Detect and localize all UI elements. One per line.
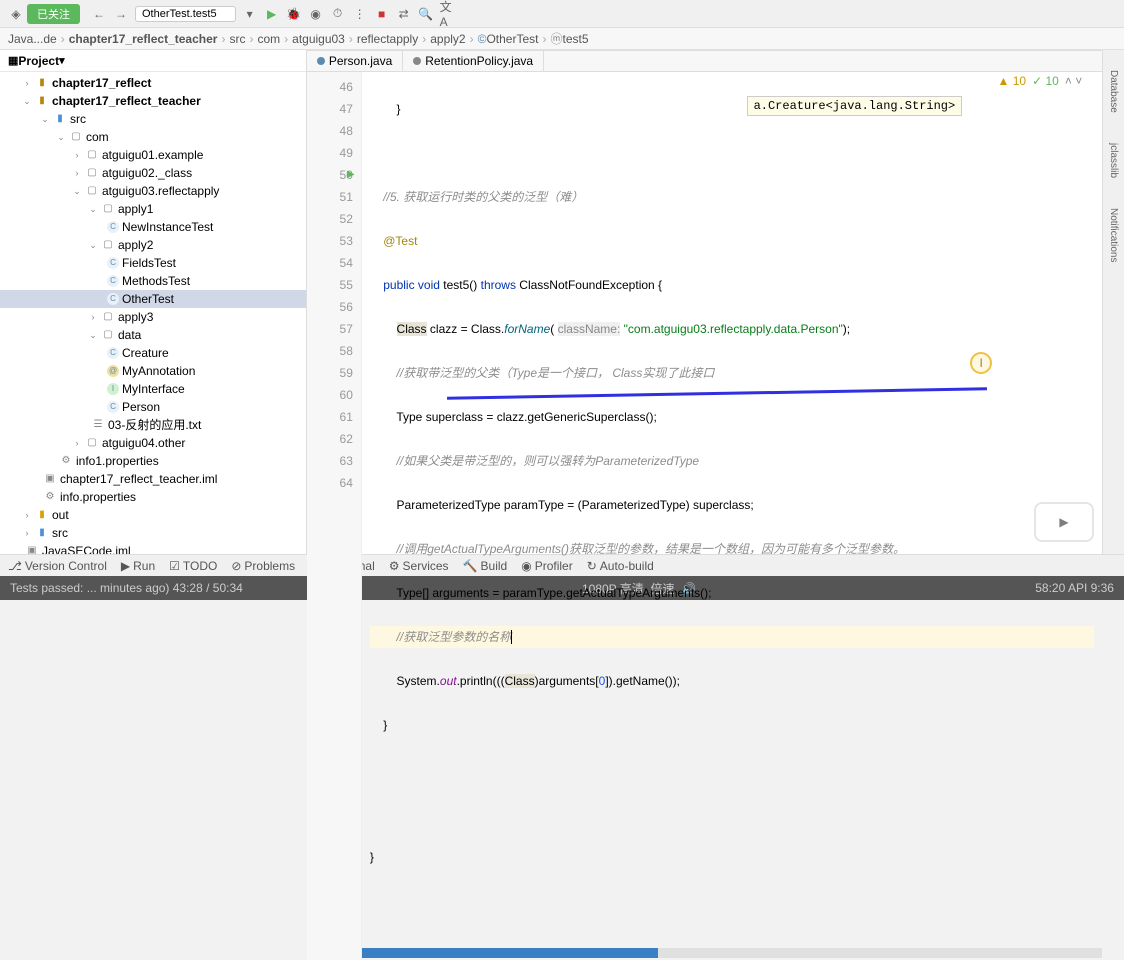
- tree-item[interactable]: apply2: [118, 236, 153, 254]
- right-tab-database[interactable]: Database: [1108, 70, 1119, 113]
- tree-item[interactable]: Creature: [122, 344, 169, 362]
- tree-item[interactable]: src: [70, 110, 86, 128]
- tree-item[interactable]: src: [52, 524, 68, 542]
- tree-item[interactable]: atguigu04.other: [102, 434, 185, 452]
- crumb[interactable]: apply2: [430, 32, 465, 46]
- video-watermark-icon: ▶: [1034, 502, 1094, 542]
- tree-item[interactable]: MyAnnotation: [122, 362, 195, 380]
- profile-icon[interactable]: ⏱: [330, 6, 346, 22]
- search-icon[interactable]: 🔍: [418, 6, 434, 22]
- tree-item[interactable]: MethodsTest: [122, 272, 190, 290]
- debug-icon[interactable]: 🐞: [286, 6, 302, 22]
- tree-item[interactable]: MyInterface: [122, 380, 185, 398]
- tree-item[interactable]: com: [86, 128, 109, 146]
- tree-item[interactable]: apply1: [118, 200, 153, 218]
- crumb[interactable]: chapter17_reflect_teacher: [69, 32, 218, 46]
- right-tab-notifications[interactable]: Notifications: [1108, 208, 1119, 262]
- dropdown-icon[interactable]: ▾: [242, 6, 258, 22]
- tree-item[interactable]: atguigu02._class: [102, 164, 192, 182]
- tab[interactable]: Person.java: [307, 51, 403, 71]
- crumb[interactable]: src: [229, 32, 245, 46]
- tree-item[interactable]: apply3: [118, 308, 153, 326]
- crumb[interactable]: test5: [563, 32, 589, 46]
- logo-icon: ◈: [8, 6, 24, 22]
- crumb[interactable]: OtherTest: [486, 32, 538, 46]
- crumb[interactable]: com: [257, 32, 280, 46]
- project-tab[interactable]: ▦ Project ▾: [0, 50, 306, 72]
- tree-item[interactable]: Person: [122, 398, 160, 416]
- tree-item[interactable]: FieldsTest: [122, 254, 176, 272]
- status-left: Tests passed: ... minutes ago) 43:28 / 5…: [10, 581, 243, 595]
- tree-item[interactable]: JavaSECode.iml: [42, 542, 131, 554]
- project-tree[interactable]: ›▮chapter17_reflect ⌄▮chapter17_reflect_…: [0, 72, 306, 554]
- tree-item[interactable]: info.properties: [60, 488, 136, 506]
- tab[interactable]: RetentionPolicy.java: [403, 51, 544, 71]
- coverage-icon[interactable]: ◉: [308, 6, 324, 22]
- tree-item[interactable]: info1.properties: [76, 452, 159, 470]
- version-control-tab[interactable]: ⎇ Version Control: [8, 559, 107, 573]
- more-icon[interactable]: ⋮: [352, 6, 368, 22]
- settings-icon[interactable]: 文A: [440, 6, 456, 22]
- run-config-select[interactable]: OtherTest.test5: [135, 6, 236, 22]
- crumb[interactable]: reflectapply: [357, 32, 418, 46]
- tree-item[interactable]: chapter17_reflect_teacher: [52, 92, 201, 110]
- run-gutter-icon[interactable]: ▶: [347, 164, 355, 186]
- tree-item[interactable]: data: [118, 326, 141, 344]
- tree-item[interactable]: OtherTest: [122, 290, 174, 308]
- right-tab-jclasslib[interactable]: jclasslib: [1108, 143, 1119, 178]
- stop-icon[interactable]: ■: [374, 6, 390, 22]
- code-editor[interactable]: ▲ 10 ✓ 10 ˄ ˅ a.Creature<java.lang.Strin…: [307, 72, 1102, 960]
- follow-button[interactable]: 已关注: [27, 4, 80, 24]
- forward-icon[interactable]: →: [113, 6, 129, 22]
- quick-doc-tooltip: a.Creature<java.lang.String>: [747, 96, 963, 116]
- run-icon[interactable]: ▶: [264, 6, 280, 22]
- tree-item[interactable]: 03-反射的应用.txt: [108, 416, 201, 434]
- breadcrumb: Java...de› chapter17_reflect_teacher› sr…: [0, 28, 1124, 50]
- tree-item[interactable]: atguigu03.reflectapply: [102, 182, 219, 200]
- gutter: 46474849 50▶ 51525354 55565758 59606162 …: [307, 72, 362, 960]
- back-icon[interactable]: ←: [91, 6, 107, 22]
- crumb[interactable]: atguigu03: [292, 32, 345, 46]
- tree-item[interactable]: chapter17_reflect: [52, 74, 151, 92]
- tree-item[interactable]: out: [52, 506, 69, 524]
- inspection-status[interactable]: ▲ 10 ✓ 10 ˄ ˅: [998, 74, 1083, 88]
- crumb[interactable]: Java...de: [8, 32, 57, 46]
- problems-tab[interactable]: ⊘ Problems: [231, 559, 295, 573]
- tree-item[interactable]: atguigu01.example: [102, 146, 203, 164]
- tree-item[interactable]: NewInstanceTest: [122, 218, 213, 236]
- tree-item[interactable]: chapter17_reflect_teacher.iml: [60, 470, 217, 488]
- todo-tab[interactable]: ☑ TODO: [169, 559, 217, 573]
- git-icon[interactable]: ⇄: [396, 6, 412, 22]
- run-tab[interactable]: ▶ Run: [121, 559, 155, 573]
- horizontal-scrollbar[interactable]: [362, 948, 1102, 958]
